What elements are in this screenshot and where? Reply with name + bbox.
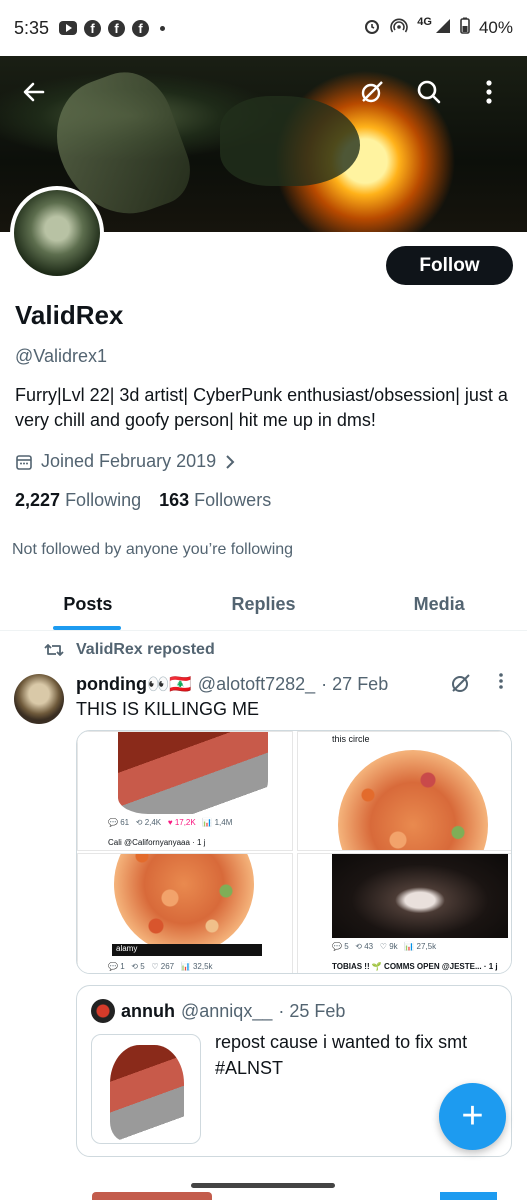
stat-reposts: 5 [140,962,145,971]
repost-indicator: ValidRex reposted [44,641,215,659]
post-author-name[interactable]: ponding👀🇱🇧 [76,674,192,695]
following-count: 2,227 [15,490,61,510]
stat-likes: 17,2K [174,818,196,827]
stat-views: 27,5k [416,942,437,951]
followers-count: 163 [159,490,190,510]
post-more-icon[interactable] [498,672,504,690]
profile-tabs: Posts Replies Media [0,578,527,631]
media-tile-4[interactable]: 💬 5 ⟲ 43 ♡ 9k 📊 27,5k TOBIAS !! 🌱 COMMS … [297,853,511,973]
joined-label: Joined February 2019 [41,451,217,471]
compose-button[interactable]: + [439,1083,506,1150]
stat-views: 32,5k [192,962,213,971]
calendar-icon [16,454,32,470]
chevron-right-icon [226,454,235,469]
facebook-icon: f [84,19,102,37]
network-label: 4G [417,16,432,28]
grok-icon [361,81,383,103]
media-stats-top: 💬 61 ⟲ 2,4K ♥ 17,2K 📊 1,4M [108,818,233,827]
following-link[interactable]: 2,227 Following [15,490,141,511]
illustration-figure [118,732,268,814]
follow-counts: 2,227 Following 163 Followers [15,490,271,511]
search-button[interactable] [409,72,449,112]
youtube-icon [59,21,78,35]
battery-icon [460,17,470,39]
quote-date: · 25 Feb [278,1000,346,1021]
post-header: ponding👀🇱🇧 @alotoft7282_ · 27 Feb [76,674,388,695]
tab-replies[interactable]: Replies [176,578,352,630]
media-tile-1[interactable]: 💬 61 ⟲ 2,4K ♥ 17,2K 📊 1,4M Cali @Califor… [77,731,293,851]
quote-author-avatar [91,999,115,1023]
stat-reposts: 2,4K [144,818,162,827]
post-author-avatar[interactable] [14,674,64,724]
quote-text: repost cause i wanted to fix smt #ALNST [215,1032,468,1078]
tab-media[interactable]: Media [351,578,527,630]
illustration-figure [110,1045,184,1141]
followers-label: Followers [194,490,272,510]
more-vertical-icon [486,80,492,104]
stat-replies: 1 [120,962,125,971]
stat-likes: 267 [160,962,175,971]
more-notifications-icon [160,25,166,31]
media-stats-bottom: 💬 1 ⟲ 5 ♡ 267 📊 32,5k [108,962,213,971]
repost-label: ValidRex reposted [76,641,215,658]
hotspot-icon [390,17,409,40]
following-label: Following [65,490,142,510]
post-text: THIS IS KILLINGG ME [76,699,260,719]
lips-photo [332,854,508,938]
post-author-handle[interactable]: @alotoft7282_ [198,674,315,695]
alamy-label: alamy [116,944,138,953]
next-post-preview-blue [440,1192,497,1200]
status-time: 5:35 [14,17,50,38]
quote-author-handle: @anniqx__ [181,1000,273,1021]
post-date[interactable]: · 27 Feb [321,674,388,695]
alamy-bar: alamy [112,944,262,956]
stat-replies: 5 [344,942,349,951]
profile-handle: @Validrex1 [15,346,107,366]
notification-icons: f f f [59,19,166,37]
cali-handle: Cali @Californyanyaaa · 1 j [108,838,206,847]
battery-level: 40% [478,18,513,37]
facebook-icon: f [108,19,126,37]
tab-posts[interactable]: Posts [0,578,176,630]
profile-bio: Furry|Lvl 22| 3d artist| CyberPunk enthu… [15,385,508,430]
media-tile-2[interactable]: this circle [297,731,511,851]
repost-icon [44,644,64,656]
status-bar: 5:35 f f f 4G 40% [0,0,527,56]
stat-likes: 9k [389,942,398,951]
back-button[interactable] [14,72,54,112]
alarm-icon [363,17,381,40]
quote-header: annuh @anniqx__ · 25 Feb [91,999,345,1023]
system-icons: 4G 40% [363,16,513,40]
profile-name: ValidRex [15,300,124,330]
stat-reposts: 43 [364,942,374,951]
joined-date[interactable]: Joined February 2019 [15,451,236,472]
media-stats-right: 💬 5 ⟲ 43 ♡ 9k 📊 27,5k [332,942,437,951]
circle-caption: this circle [332,734,370,744]
post-media-grid[interactable]: 💬 61 ⟲ 2,4K ♥ 17,2K 📊 1,4M Cali @Califor… [76,730,512,974]
quote-image[interactable] [91,1034,201,1144]
not-followed-note: Not followed by anyone you’re following [12,541,294,558]
grok-button[interactable] [352,72,392,112]
post-header-actions [450,672,504,694]
media-tile-3[interactable]: alamy 💬 1 ⟲ 5 ♡ 267 📊 32,5k [77,853,293,973]
quote-author-name: annuh [121,1000,175,1021]
next-post-preview [92,1192,212,1200]
profile-avatar[interactable] [10,186,104,280]
color-blind-test-circle [114,854,254,954]
banner-rock [220,96,360,186]
signal-icon [435,18,451,39]
grok-icon[interactable] [450,672,472,694]
back-arrow-icon [23,82,45,102]
tobias-handle: TOBIAS !! 🌱 COMMS OPEN @JESTE... · 1 j [332,962,498,971]
stat-replies: 61 [120,818,130,827]
followers-link[interactable]: 163 Followers [159,490,271,511]
gesture-nav-bar[interactable] [191,1183,335,1188]
follow-button[interactable]: Follow [386,246,513,285]
more-options-button[interactable] [469,72,509,112]
stat-views: 1,4M [214,818,233,827]
color-blind-test-circle [338,750,488,850]
facebook-icon: f [132,19,150,37]
search-icon [417,80,441,104]
